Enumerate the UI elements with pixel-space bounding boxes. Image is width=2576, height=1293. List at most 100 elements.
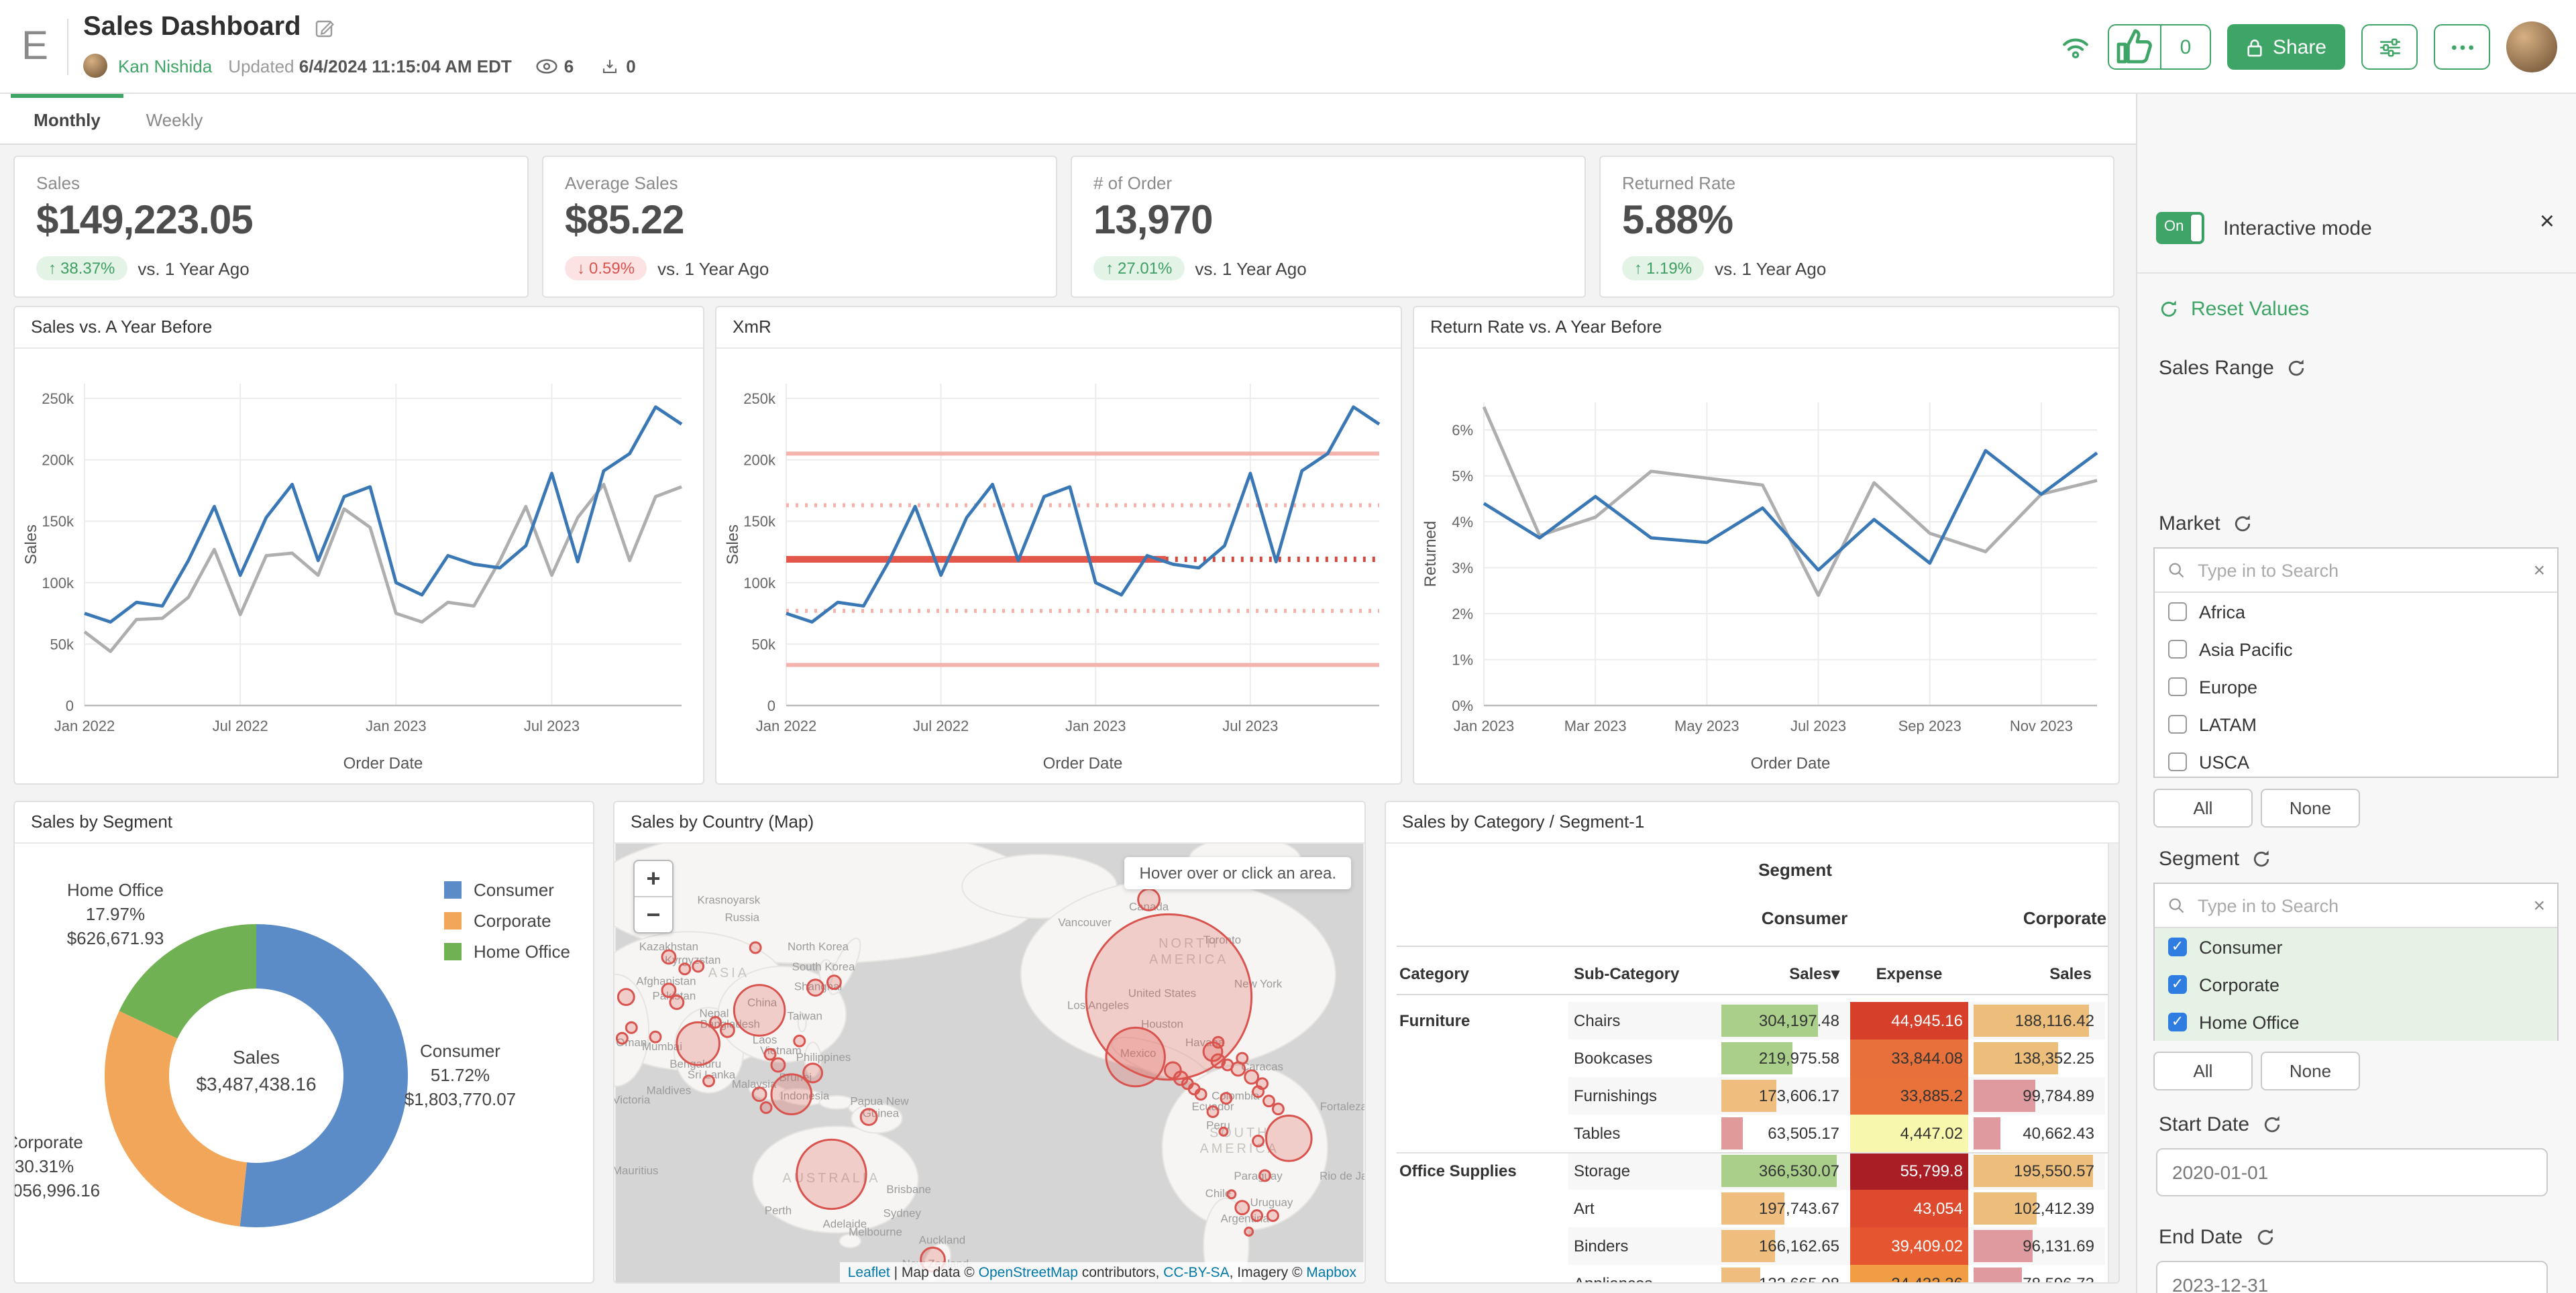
country-sales-bubble[interactable] xyxy=(1245,1228,1253,1236)
table-subcategory-label[interactable]: Binders xyxy=(1574,1237,1628,1255)
country-sales-bubble[interactable] xyxy=(1253,1086,1264,1097)
end-date-input[interactable] xyxy=(2156,1261,2548,1293)
country-sales-bubble[interactable] xyxy=(808,980,824,996)
country-sales-bubble[interactable] xyxy=(662,984,676,997)
country-sales-bubble[interactable] xyxy=(1228,1190,1236,1198)
checkbox-checked[interactable]: ✓ xyxy=(2168,938,2187,956)
tab-weekly[interactable]: Weekly xyxy=(134,94,215,145)
country-sales-bubble[interactable] xyxy=(670,996,684,1009)
refresh-icon[interactable] xyxy=(2251,849,2271,869)
country-sales-bubble[interactable] xyxy=(1252,1211,1263,1221)
interactive-mode-toggle[interactable]: On xyxy=(2156,212,2204,244)
author-avatar[interactable] xyxy=(83,54,107,78)
country-sales-bubble[interactable] xyxy=(794,1035,805,1046)
country-sales-bubble[interactable] xyxy=(1208,1107,1218,1117)
country-sales-bubble[interactable] xyxy=(771,1074,812,1115)
market-select-none-button[interactable]: None xyxy=(2261,789,2360,828)
segment-option-consumer[interactable]: ✓Consumer xyxy=(2155,928,2557,966)
table-col-sales-corporate[interactable]: Sales xyxy=(1968,964,2092,983)
country-sales-bubble[interactable] xyxy=(734,985,785,1036)
author-name[interactable]: Kan Nishida xyxy=(118,56,212,76)
country-sales-bubble[interactable] xyxy=(720,1023,734,1037)
refresh-icon[interactable] xyxy=(2261,1115,2282,1135)
refresh-icon[interactable] xyxy=(2233,514,2253,534)
thumbs-up-icon[interactable] xyxy=(2109,25,2161,68)
country-sales-bubble[interactable] xyxy=(1236,1201,1249,1215)
segment-select-all-button[interactable]: All xyxy=(2153,1052,2253,1090)
attribution-link[interactable]: Mapbox xyxy=(1306,1265,1356,1281)
refresh-icon[interactable] xyxy=(2286,358,2306,378)
country-sales-bubble[interactable] xyxy=(1267,1211,1278,1221)
more-button[interactable] xyxy=(2434,24,2490,70)
market-search-input[interactable] xyxy=(2195,559,2524,581)
app-logo[interactable]: E xyxy=(21,23,59,71)
checkbox[interactable] xyxy=(2168,752,2187,771)
table-col-expense[interactable]: Expense xyxy=(1850,964,1968,983)
country-sales-bubble[interactable] xyxy=(1138,889,1160,911)
checkbox-checked[interactable]: ✓ xyxy=(2168,975,2187,994)
country-sales-bubble[interactable] xyxy=(677,1022,720,1065)
country-sales-bubble[interactable] xyxy=(1237,1053,1248,1064)
country-sales-bubble[interactable] xyxy=(1106,1027,1165,1086)
country-sales-bubble[interactable] xyxy=(753,1088,766,1101)
country-sales-bubble[interactable] xyxy=(1253,1135,1264,1146)
country-sales-map[interactable]: ASIANORTHAMERICAAUSTRALIASOUTHAMERICARus… xyxy=(614,844,1364,1284)
category-segment-table[interactable]: SegmentConsumerCorporateCategorySub-Cate… xyxy=(1386,844,2118,1284)
segment-select-none-button[interactable]: None xyxy=(2261,1052,2360,1090)
return-rate-line-chart[interactable]: 0%1%2%3%4%5%6%Jan 2023Mar 2023May 2023Ju… xyxy=(1414,349,2118,785)
sales-line-chart[interactable]: 050k100k150k200k250kJan 2022Jul 2022Jan … xyxy=(15,349,703,785)
country-sales-bubble[interactable] xyxy=(1273,1104,1283,1115)
country-sales-bubble[interactable] xyxy=(804,1064,822,1082)
checkbox[interactable] xyxy=(2168,715,2187,734)
zoom-out-button[interactable]: − xyxy=(635,897,672,932)
market-option-asia-pacific[interactable]: Asia Pacific xyxy=(2155,630,2557,668)
country-sales-bubble[interactable] xyxy=(693,961,704,972)
table-subcategory-label[interactable]: Appliances xyxy=(1574,1274,1652,1284)
country-sales-bubble[interactable] xyxy=(761,1103,771,1113)
tab-monthly[interactable]: Monthly xyxy=(11,94,123,145)
close-sidebar-icon[interactable]: × xyxy=(2540,209,2555,235)
country-sales-bubble[interactable] xyxy=(662,950,676,964)
edit-title-icon[interactable] xyxy=(315,17,336,38)
segment-donut-chart[interactable]: Home Office17.97%$626,671.93Consumer51.7… xyxy=(15,844,593,1284)
country-sales-bubble[interactable] xyxy=(1264,1096,1275,1107)
country-sales-bubble[interactable] xyxy=(650,1031,661,1042)
start-date-input[interactable] xyxy=(2156,1148,2548,1196)
legend-item-consumer[interactable]: Consumer xyxy=(444,880,554,900)
country-sales-bubble[interactable] xyxy=(1220,1127,1228,1135)
country-sales-bubble[interactable] xyxy=(750,942,761,953)
country-sales-bubble[interactable] xyxy=(1195,1089,1206,1100)
table-subcategory-label[interactable]: Furnishings xyxy=(1574,1086,1657,1105)
country-sales-bubble[interactable] xyxy=(1266,1116,1311,1162)
market-option-africa[interactable]: Africa xyxy=(2155,593,2557,630)
like-button[interactable]: 0 xyxy=(2108,24,2211,70)
table-subcategory-label[interactable]: Art xyxy=(1574,1199,1595,1218)
clear-search-icon[interactable]: × xyxy=(2533,559,2545,581)
country-sales-bubble[interactable] xyxy=(1260,1170,1271,1181)
country-sales-bubble[interactable] xyxy=(765,1049,775,1060)
country-sales-bubble[interactable] xyxy=(1221,1093,1232,1104)
checkbox[interactable] xyxy=(2168,677,2187,696)
parameters-button[interactable] xyxy=(2361,24,2418,70)
clear-search-icon[interactable]: × xyxy=(2533,894,2545,917)
checkbox[interactable] xyxy=(2168,602,2187,621)
market-option-europe[interactable]: Europe xyxy=(2155,668,2557,706)
segment-search-input[interactable] xyxy=(2195,894,2524,917)
legend-item-corporate[interactable]: Corporate xyxy=(444,911,551,931)
country-sales-bubble[interactable] xyxy=(827,976,841,989)
map-svg[interactable]: ASIANORTHAMERICAAUSTRALIASOUTHAMERICARus… xyxy=(614,844,1364,1284)
attribution-link[interactable]: Leaflet xyxy=(848,1265,890,1281)
table-subcategory-label[interactable]: Tables xyxy=(1574,1124,1620,1143)
country-sales-bubble[interactable] xyxy=(1213,1037,1224,1048)
country-sales-bubble[interactable] xyxy=(704,1076,714,1086)
country-sales-bubble[interactable] xyxy=(680,964,690,974)
table-subcategory-label[interactable]: Bookcases xyxy=(1574,1049,1652,1068)
country-sales-bubble[interactable] xyxy=(797,1139,866,1208)
country-sales-bubble[interactable] xyxy=(626,1022,637,1033)
reset-values-button[interactable]: Reset Values xyxy=(2159,298,2309,321)
table-col-sales-consumer[interactable]: Sales▾ xyxy=(1716,964,1839,983)
zoom-in-button[interactable]: + xyxy=(635,861,672,897)
user-avatar[interactable] xyxy=(2506,21,2557,72)
country-sales-bubble[interactable] xyxy=(616,1033,627,1044)
country-sales-bubble[interactable] xyxy=(710,1017,721,1027)
